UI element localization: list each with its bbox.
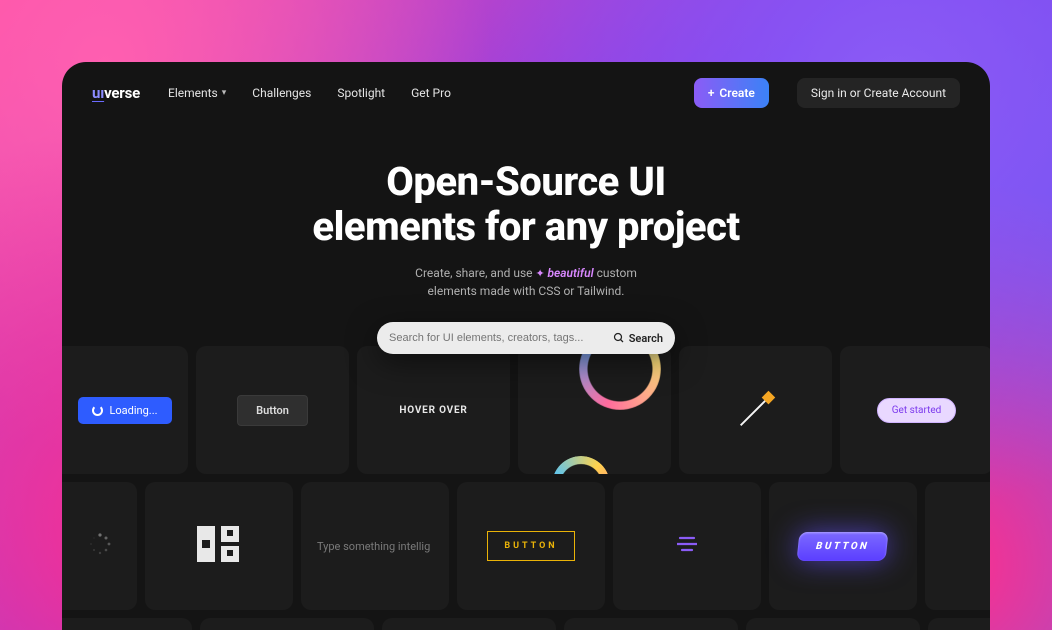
card-blocks[interactable] [145,482,293,610]
grid-row-2: Type something intellig BUTTON BUTTON [62,482,990,610]
logo[interactable]: uıverse [92,84,140,102]
hamburger-icon [677,536,697,556]
blocks-icon [191,516,247,576]
plain-button: Button [237,395,308,426]
spinner-icon [92,405,103,416]
card-get-started[interactable]: Get started [840,346,990,474]
spinner-dots-icon [88,532,112,560]
ring-icon-2 [552,456,610,474]
nav-challenges[interactable]: Challenges [252,86,311,100]
card-wand[interactable] [679,346,832,474]
card-partial-b[interactable] [200,618,374,630]
hero-subtitle: Create, share, and use ✦ beautiful custo… [62,264,990,301]
card-plain-button[interactable]: Button [196,346,349,474]
outline-button: BUTTON [487,531,574,561]
card-partial-e[interactable] [746,618,920,630]
hover-over-label: HOVER OVER [399,405,467,416]
nav-elements[interactable]: Elements ▾ [168,86,226,100]
signin-button[interactable]: Sign in or Create Account [797,78,960,108]
search-button[interactable]: Search [613,332,663,345]
card-rings[interactable] [518,346,671,474]
search-icon [613,332,625,344]
card-edge-right-2[interactable] [925,482,990,610]
glow-button: BUTTON [797,532,889,561]
sparkle-icon: ✦ [535,267,547,280]
create-button[interactable]: + Create [694,78,769,108]
card-type-input[interactable]: Type something intellig [301,482,449,610]
card-hover-over[interactable]: HOVER OVER [357,346,510,474]
nav-getpro[interactable]: Get Pro [411,86,451,100]
app-window: uıverse Elements ▾ Challenges Spotlight … [62,62,990,630]
card-glow-button[interactable]: BUTTON [769,482,917,610]
hero-title: Open-Source UI elements for any project [62,160,990,250]
create-label: Create [719,86,754,100]
grid-row-1: Loading... Button HOVER OVER Get started [62,346,990,474]
hero: Open-Source UI elements for any project … [62,160,990,354]
plus-icon: + [708,86,715,100]
chevron-down-icon: ▾ [222,88,227,98]
search-bar[interactable]: Search [377,322,675,354]
elements-grid: Loading... Button HOVER OVER Get started [62,346,990,630]
card-partial-c[interactable] [382,618,556,630]
top-nav: uıverse Elements ▾ Challenges Spotlight … [62,62,990,124]
nav-elements-label: Elements [168,86,218,100]
card-partial-f[interactable] [928,618,990,630]
search-input[interactable] [389,332,613,344]
nav-links: Elements ▾ Challenges Spotlight Get Pro [168,86,451,100]
card-loading[interactable]: Loading... [62,346,188,474]
grid-row-3 [62,618,990,630]
wand-icon [733,387,779,433]
type-placeholder: Type something intellig [301,540,449,553]
ring-icon [579,346,661,410]
card-partial-d[interactable] [564,618,738,630]
card-outline-button[interactable]: BUTTON [457,482,605,610]
card-partial-a[interactable] [62,618,192,630]
logo-part1: uı [92,84,104,102]
get-started-button: Get started [877,398,957,423]
nav-spotlight[interactable]: Spotlight [337,86,385,100]
card-spinner-dots[interactable] [62,482,137,610]
card-hamburger[interactable] [613,482,761,610]
loading-button: Loading... [78,397,171,424]
logo-part2: verse [104,84,140,102]
